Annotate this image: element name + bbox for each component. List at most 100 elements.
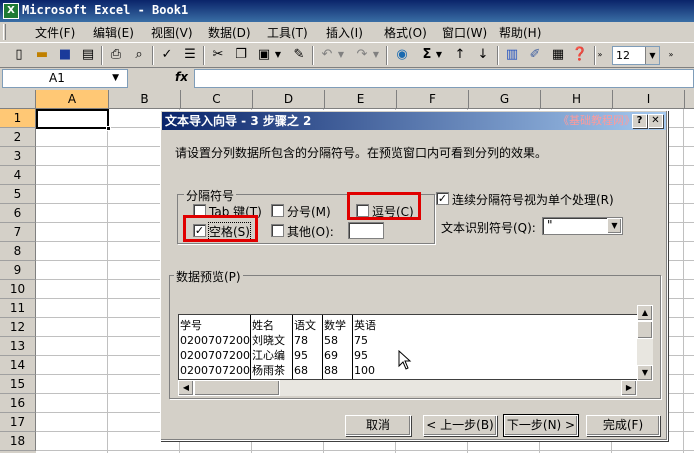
sort-ascending-icon[interactable]: ↑ xyxy=(451,46,469,64)
preview-vertical-scrollbar[interactable]: ▲ ▼ xyxy=(637,305,653,381)
column-header-h[interactable]: H xyxy=(541,90,613,109)
format-painter-icon[interactable]: ✎ xyxy=(290,46,308,64)
scroll-thumb[interactable] xyxy=(194,380,280,396)
paste-dropdown-icon[interactable]: ▼ xyxy=(273,46,283,64)
drawing-icon[interactable]: ✐ xyxy=(526,46,544,64)
column-header-c[interactable]: C xyxy=(181,90,253,109)
row-header-13[interactable]: 13 xyxy=(0,337,36,356)
consecutive-delimiters-checkbox[interactable]: ✓ xyxy=(436,192,449,205)
column-break-line[interactable] xyxy=(250,315,251,379)
menu-format[interactable]: 格式(O) xyxy=(384,24,427,40)
row-header-16[interactable]: 16 xyxy=(0,394,36,413)
menu-view[interactable]: 视图(V) xyxy=(151,24,193,40)
print-preview-icon[interactable]: ⌕ xyxy=(130,46,148,64)
menu-bar: 文件(F) 编辑(E) 视图(V) 数据(D) 工具(T) 插入(I) 格式(O… xyxy=(0,22,694,42)
menu-file[interactable]: 文件(F) xyxy=(35,24,75,40)
menu-insert[interactable]: 插入(I) xyxy=(326,24,363,40)
data-preview-pane[interactable]: 学号 姓名 语文 数学 英语 02007072001 刘晓文 78 58 75 … xyxy=(178,314,653,380)
help-button[interactable]: ? xyxy=(632,114,647,128)
spelling-icon[interactable]: ✓ xyxy=(158,46,176,64)
help-icon[interactable]: ❓ xyxy=(571,46,589,64)
research-icon[interactable]: ☰ xyxy=(181,46,199,64)
scroll-left-icon[interactable]: ◀ xyxy=(178,380,194,396)
cut-icon[interactable]: ✂ xyxy=(209,46,227,64)
other-delimiter-input[interactable] xyxy=(348,222,384,239)
copy-icon[interactable]: ❐ xyxy=(232,46,250,64)
print-icon[interactable]: ⎙ xyxy=(107,46,125,64)
other-checkbox[interactable] xyxy=(271,224,284,237)
undo-icon[interactable]: ↶ xyxy=(318,46,336,64)
chevron-down-icon[interactable]: ▼ xyxy=(607,218,622,234)
menu-data[interactable]: 数据(D) xyxy=(208,24,251,40)
column-header-d[interactable]: D xyxy=(253,90,325,109)
close-icon[interactable]: ✕ xyxy=(648,114,663,128)
column-header-g[interactable]: G xyxy=(469,90,541,109)
finish-button[interactable]: 完成(F) xyxy=(586,415,660,436)
row-header-12[interactable]: 12 xyxy=(0,318,36,337)
column-header-f[interactable]: F xyxy=(397,90,469,109)
next-button[interactable]: 下一步(N) > xyxy=(503,414,579,437)
zoom-icon[interactable]: ▦ xyxy=(549,46,567,64)
chart-wizard-icon[interactable]: ▥ xyxy=(503,46,521,64)
sort-descending-icon[interactable]: ↓ xyxy=(474,46,492,64)
column-header-a[interactable]: A xyxy=(36,90,109,109)
column-header-e[interactable]: E xyxy=(325,90,397,109)
menu-tools[interactable]: 工具(T) xyxy=(267,24,308,40)
row-header-14[interactable]: 14 xyxy=(0,356,36,375)
preview-horizontal-scrollbar[interactable]: ◀ ▶ xyxy=(178,380,637,396)
cancel-button[interactable]: 取消 xyxy=(345,415,411,436)
row-header-7[interactable]: 7 xyxy=(0,223,36,242)
column-break-line[interactable] xyxy=(322,315,323,379)
insert-function-icon[interactable]: fx xyxy=(175,70,188,84)
scroll-thumb[interactable] xyxy=(637,321,653,339)
open-folder-icon[interactable]: ▬ xyxy=(33,46,51,64)
paste-icon[interactable]: ▣ xyxy=(255,46,273,64)
text-qualifier-select[interactable]: " ▼ xyxy=(542,217,623,235)
scroll-up-icon[interactable]: ▲ xyxy=(637,305,653,321)
chevron-down-icon[interactable]: ▼ xyxy=(112,70,119,87)
undo-dropdown-icon[interactable]: ▼ xyxy=(336,46,346,64)
column-break-line[interactable] xyxy=(292,315,293,379)
hyperlink-icon[interactable]: ◉ xyxy=(393,46,411,64)
row-header-4[interactable]: 4 xyxy=(0,166,36,185)
semicolon-checkbox[interactable] xyxy=(271,204,284,217)
row-header-11[interactable]: 11 xyxy=(0,299,36,318)
permission-icon[interactable]: ▤ xyxy=(79,46,97,64)
toolbar-overflow-icon[interactable]: » xyxy=(666,46,676,64)
row-header-6[interactable]: 6 xyxy=(0,204,36,223)
name-box[interactable]: A1 ▼ xyxy=(2,69,128,88)
fill-handle[interactable] xyxy=(106,126,111,131)
menu-edit[interactable]: 编辑(E) xyxy=(93,24,134,40)
menu-help[interactable]: 帮助(H) xyxy=(499,24,541,40)
active-cell-a1[interactable] xyxy=(36,109,111,131)
column-header-b[interactable]: B xyxy=(109,90,181,109)
formula-input[interactable] xyxy=(194,69,694,88)
column-header-partial[interactable] xyxy=(685,90,694,109)
font-size-select[interactable]: 12 ▼ xyxy=(612,46,660,65)
row-header-2[interactable]: 2 xyxy=(0,128,36,147)
semicolon-label: 分号(M) xyxy=(287,205,331,219)
row-header-18[interactable]: 18 xyxy=(0,432,36,451)
row-header-3[interactable]: 3 xyxy=(0,147,36,166)
autosum-dropdown-icon[interactable]: ▼ xyxy=(434,46,444,64)
scroll-right-icon[interactable]: ▶ xyxy=(621,380,637,396)
row-header-1[interactable]: 1 xyxy=(0,109,36,128)
row-header-8[interactable]: 8 xyxy=(0,242,36,261)
row-header-17[interactable]: 17 xyxy=(0,413,36,432)
column-break-line[interactable] xyxy=(352,315,353,379)
row-header-5[interactable]: 5 xyxy=(0,185,36,204)
back-button[interactable]: < 上一步(B) xyxy=(423,415,497,436)
redo-icon[interactable]: ↷ xyxy=(353,46,371,64)
chevron-down-icon[interactable]: ▼ xyxy=(645,47,659,64)
menu-window[interactable]: 窗口(W) xyxy=(442,24,487,40)
row-header-15[interactable]: 15 xyxy=(0,375,36,394)
scroll-down-icon[interactable]: ▼ xyxy=(637,365,653,381)
save-icon[interactable]: ■ xyxy=(56,46,74,64)
redo-dropdown-icon[interactable]: ▼ xyxy=(371,46,381,64)
new-file-icon[interactable]: ▯ xyxy=(10,46,28,64)
column-header-i[interactable]: I xyxy=(613,90,685,109)
toolbar-options-icon[interactable]: » xyxy=(596,46,604,64)
row-header-9[interactable]: 9 xyxy=(0,261,36,280)
row-header-10[interactable]: 10 xyxy=(0,280,36,299)
select-all-corner[interactable] xyxy=(0,90,36,109)
